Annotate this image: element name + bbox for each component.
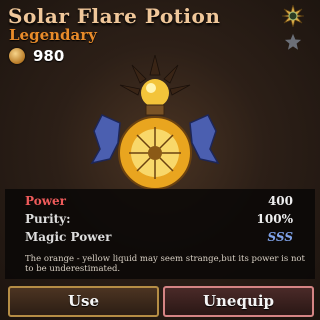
sun-emblem-icon bbox=[282, 5, 304, 27]
use-button[interactable]: Use bbox=[8, 286, 159, 317]
stat-label: Power bbox=[25, 194, 66, 208]
price-row: 980 bbox=[9, 46, 64, 66]
unequip-button[interactable]: Unequip bbox=[163, 286, 314, 317]
item-rarity: Legendary bbox=[9, 26, 97, 44]
stat-label: Magic Power bbox=[25, 230, 112, 244]
item-price: 980 bbox=[33, 47, 65, 65]
item-detail-panel: Solar Flare Potion Legendary 980 Power 4… bbox=[0, 0, 320, 320]
gold-coin-icon bbox=[9, 48, 25, 64]
stat-value: 100% bbox=[256, 212, 293, 226]
stat-label: Purity: bbox=[25, 212, 71, 226]
item-name: Solar Flare Potion bbox=[8, 4, 221, 28]
stat-value: SSS bbox=[267, 230, 293, 244]
stat-row-power: Power 400 bbox=[5, 194, 315, 212]
stat-row-purity: Purity: 100% bbox=[5, 212, 315, 230]
stat-value: 400 bbox=[267, 194, 293, 208]
item-description: The orange - yellow liquid may seem stra… bbox=[25, 254, 305, 274]
stat-row-magic-power: Magic Power SSS bbox=[5, 230, 315, 248]
stats-panel: Power 400 Purity: 100% Magic Power SSS T… bbox=[5, 189, 315, 279]
potion-artwork bbox=[90, 55, 220, 190]
star-icon[interactable] bbox=[284, 33, 302, 51]
